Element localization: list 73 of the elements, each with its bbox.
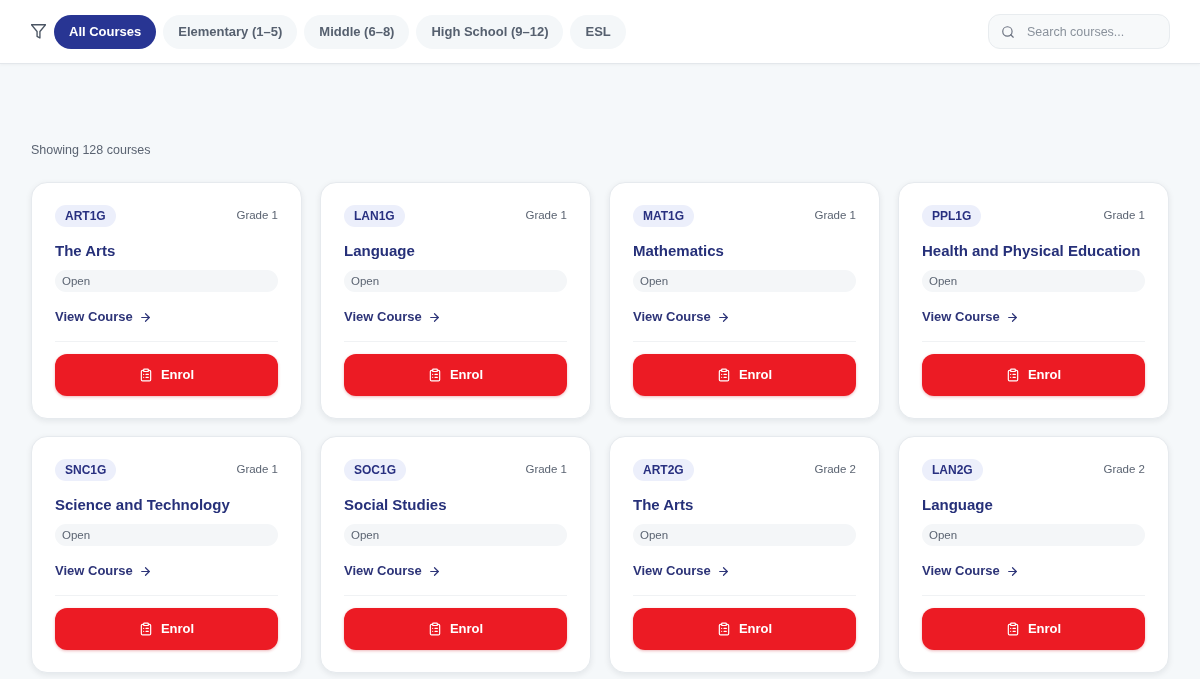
course-code: SOC1G — [344, 459, 406, 481]
search-field[interactable]: Search courses... — [988, 14, 1170, 49]
grade-label: Grade 2 — [814, 462, 856, 477]
enrol-button[interactable]: Enrol — [55, 354, 278, 396]
arrow-right-icon — [716, 564, 730, 578]
course-title: Language — [922, 496, 993, 513]
status-tag: Open — [344, 270, 567, 292]
course-code: SNC1G — [55, 459, 117, 481]
status-tag: Open — [922, 270, 1145, 292]
view-course-link[interactable]: View Course — [55, 561, 152, 581]
grade-label: Grade 1 — [525, 462, 567, 477]
results-count: Showing 128 courses — [31, 141, 151, 159]
arrow-right-icon — [427, 310, 441, 324]
view-course-link[interactable]: View Course — [922, 561, 1019, 581]
search-icon — [1001, 24, 1015, 39]
arrow-right-icon — [1005, 564, 1019, 578]
status-tag: Open — [633, 270, 856, 292]
course-title: Mathematics — [633, 242, 724, 259]
filter-tab[interactable]: Elementary (1–5) — [163, 14, 298, 49]
arrow-right-icon — [138, 564, 152, 578]
filter-tab[interactable]: All Courses — [54, 14, 157, 49]
view-course-link[interactable]: View Course — [633, 561, 730, 581]
course-title: The Arts — [55, 242, 116, 259]
course-code: ART1G — [55, 205, 116, 227]
clipboard-icon — [1005, 622, 1020, 636]
course-title: Health and Physical Education — [922, 242, 1141, 259]
arrow-right-icon — [138, 310, 152, 324]
arrow-right-icon — [716, 310, 730, 324]
filter-tab[interactable]: High School (9–12) — [416, 14, 564, 49]
view-course-link[interactable]: View Course — [55, 307, 152, 327]
course-code: PPL1G — [922, 205, 982, 227]
clipboard-icon — [138, 622, 153, 636]
filter-tab[interactable]: ESL — [570, 14, 626, 49]
clipboard-icon — [427, 622, 442, 636]
status-tag: Open — [55, 270, 278, 292]
clipboard-icon — [716, 368, 731, 382]
course-title: Language — [344, 242, 415, 259]
enrol-button[interactable]: Enrol — [922, 354, 1145, 396]
grade-label: Grade 1 — [236, 208, 278, 223]
clipboard-icon — [138, 368, 153, 382]
status-tag: Open — [922, 524, 1145, 546]
status-tag: Open — [55, 524, 278, 546]
course-title: Science and Technology — [55, 496, 230, 513]
enrol-button[interactable]: Enrol — [344, 608, 567, 650]
enrol-button[interactable]: Enrol — [633, 354, 856, 396]
arrow-right-icon — [1005, 310, 1019, 324]
course-code: ART2G — [633, 459, 694, 481]
grade-label: Grade 2 — [1103, 462, 1145, 477]
course-code: LAN1G — [344, 205, 405, 227]
view-course-link[interactable]: View Course — [344, 561, 441, 581]
grade-label: Grade 1 — [236, 462, 278, 477]
status-tag: Open — [633, 524, 856, 546]
view-course-link[interactable]: View Course — [922, 307, 1019, 327]
enrol-button[interactable]: Enrol — [55, 608, 278, 650]
view-course-link[interactable]: View Course — [633, 307, 730, 327]
course-title: The Arts — [633, 496, 694, 513]
grade-label: Grade 1 — [1103, 208, 1145, 223]
view-course-link[interactable]: View Course — [344, 307, 441, 327]
course-code: MAT1G — [633, 205, 695, 227]
filter-icon — [31, 24, 46, 39]
clipboard-icon — [427, 368, 442, 382]
grade-label: Grade 1 — [814, 208, 856, 223]
arrow-right-icon — [427, 564, 441, 578]
clipboard-icon — [716, 622, 731, 636]
course-title: Social Studies — [344, 496, 447, 513]
filter-tab[interactable]: Middle (6–8) — [304, 14, 410, 49]
enrol-button[interactable]: Enrol — [922, 608, 1145, 650]
clipboard-icon — [1005, 368, 1020, 382]
grade-label: Grade 1 — [525, 208, 567, 223]
course-code: LAN2G — [922, 459, 983, 481]
enrol-button[interactable]: Enrol — [633, 608, 856, 650]
status-tag: Open — [344, 524, 567, 546]
enrol-button[interactable]: Enrol — [344, 354, 567, 396]
